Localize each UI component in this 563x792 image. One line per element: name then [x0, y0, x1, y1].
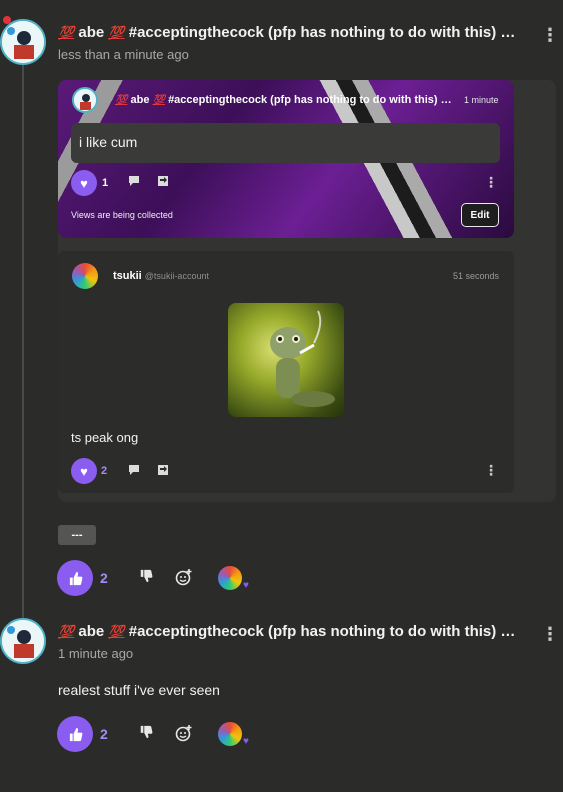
repost-like-count: 1 [102, 177, 109, 189]
dislike-icon[interactable] [139, 725, 153, 744]
repost-author-name[interactable]: abe [131, 94, 150, 106]
heart-icon: ♥ [243, 580, 249, 591]
like-count: 2 [100, 726, 108, 742]
repost-author-tag[interactable]: #acceptingthecock (pfp has nothing to do… [168, 94, 438, 106]
reply-author: tsukii @tsukii-account [113, 270, 209, 282]
dislike-icon[interactable] [139, 569, 153, 588]
thumbs-up-icon [69, 571, 82, 585]
comment-icon[interactable] [128, 175, 140, 190]
expand-thread-button[interactable]: --- [58, 525, 96, 545]
like-count: 2 [100, 570, 108, 586]
thumbs-up-icon [69, 727, 82, 741]
reaction-avatar[interactable] [218, 566, 242, 590]
author-tag[interactable]: #acceptingthecock (pfp has nothing to do… [129, 623, 497, 640]
hundred-icon: 💯 [152, 95, 165, 106]
reply-like-count: 2 [101, 465, 108, 477]
post-header: 💯 abe 💯 #acceptingthecock (pfp has nothi… [58, 24, 528, 41]
repost-like-button[interactable]: ♥ [71, 170, 97, 196]
post-header: 💯 abe 💯 #acceptingthecock (pfp has nothi… [58, 623, 528, 640]
hundred-icon: 💯 [58, 624, 75, 639]
reply-text: ts peak ong [71, 430, 139, 445]
reply-like-button[interactable]: ♥ [71, 458, 97, 484]
repost-icon[interactable] [157, 175, 169, 190]
repost-author-avatar[interactable] [72, 87, 98, 113]
like-button[interactable] [57, 716, 93, 752]
repost-author-handle[interactable]: @20... [441, 94, 455, 106]
hundred-icon: 💯 [58, 25, 75, 40]
author-avatar[interactable] [0, 618, 46, 664]
reply-timestamp: 51 seconds [453, 271, 500, 281]
author-name[interactable]: abe [78, 623, 104, 640]
reply-author-name[interactable]: tsukii [113, 270, 142, 282]
add-reaction-icon[interactable] [175, 568, 193, 591]
heart-icon: ♥ [80, 175, 88, 191]
repost-text: i like cum [71, 123, 500, 163]
reply-author-avatar[interactable] [72, 263, 98, 289]
more-options-icon[interactable]: ⋮ [541, 625, 559, 643]
author-handle[interactable]: @2... [500, 24, 528, 41]
heart-icon: ♥ [80, 463, 88, 479]
repost-more-options-icon[interactable]: ⋮ [484, 175, 498, 189]
avatar-image-icon [74, 89, 96, 111]
reply-more-options-icon[interactable]: ⋮ [484, 463, 498, 477]
more-options-icon[interactable]: ⋮ [541, 26, 559, 44]
repost-icon[interactable] [157, 464, 169, 479]
author-handle[interactable]: @2... [500, 623, 528, 640]
hundred-icon: 💯 [115, 95, 128, 106]
avatar-image-icon [2, 21, 44, 63]
add-reaction-icon[interactable] [175, 724, 193, 747]
post-text: realest stuff i've ever seen [58, 682, 220, 698]
avatar-image-icon [2, 620, 44, 662]
hundred-icon: 💯 [108, 624, 125, 639]
hundred-icon: 💯 [108, 25, 125, 40]
reaction-avatar[interactable] [218, 722, 242, 746]
reply-author-handle[interactable]: @tsukii-account [145, 271, 209, 281]
notification-dot [3, 16, 11, 24]
caterpillar-image-icon [270, 310, 335, 407]
repost-timestamp: 1 minute [464, 95, 499, 105]
comment-icon[interactable] [128, 464, 140, 479]
heart-icon: ♥ [243, 736, 249, 747]
views-status: Views are being collected [71, 210, 173, 220]
like-button[interactable] [57, 560, 93, 596]
author-tag[interactable]: #acceptingthecock (pfp has nothing to do… [129, 24, 497, 41]
author-name[interactable]: abe [78, 24, 104, 41]
thread-line [22, 62, 24, 622]
post-timestamp: less than a minute ago [58, 47, 189, 62]
repost-header: 💯 abe 💯 #acceptingthecock (pfp has nothi… [115, 94, 455, 106]
post-timestamp: 1 minute ago [58, 646, 134, 661]
reply-image[interactable] [228, 303, 344, 417]
edit-button[interactable]: Edit [461, 203, 499, 227]
author-avatar[interactable] [0, 19, 46, 65]
